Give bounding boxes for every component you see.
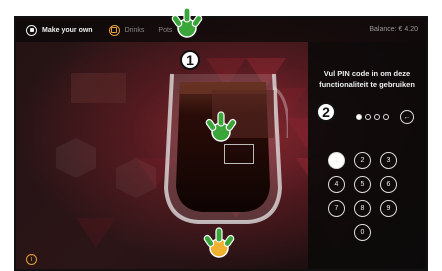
pin-dots bbox=[356, 114, 389, 120]
tap-hand-icon bbox=[203, 227, 235, 258]
info-icon[interactable]: i bbox=[26, 254, 37, 265]
step-1-badge: 1 bbox=[180, 50, 200, 70]
drinks-label: Drinks bbox=[124, 26, 145, 34]
tap-hand-icon bbox=[171, 7, 203, 38]
pin-dot bbox=[383, 114, 389, 120]
drinks-icon bbox=[108, 24, 120, 36]
keypad-key-2[interactable]: 2 bbox=[354, 152, 371, 169]
balance-display: Balance: € 4.20 bbox=[369, 26, 418, 33]
keypad-key-3[interactable]: 3 bbox=[380, 152, 397, 169]
pin-dot-filled bbox=[356, 114, 362, 120]
step-2-badge: 2 bbox=[316, 102, 336, 122]
make-your-own-label: Make your own bbox=[42, 26, 93, 34]
keypad-key-9[interactable]: 9 bbox=[380, 200, 397, 217]
keypad-key-5[interactable]: 5 bbox=[354, 176, 371, 193]
pin-dot bbox=[365, 114, 371, 120]
keypad-key-4[interactable]: 4 bbox=[328, 176, 345, 193]
drinks-tab[interactable]: Drinks bbox=[108, 24, 145, 36]
keypad-key-8[interactable]: 8 bbox=[354, 200, 371, 217]
tap-hand-icon bbox=[205, 111, 237, 142]
cup-icon bbox=[26, 24, 37, 36]
glass-illustration bbox=[158, 68, 290, 228]
keypad-key-0[interactable]: 0 bbox=[354, 224, 371, 241]
pin-panel: Vul PIN code in om deze functionaliteit … bbox=[308, 42, 426, 269]
make-your-own-tab[interactable]: Make your own bbox=[26, 24, 93, 36]
pin-dot bbox=[374, 114, 380, 120]
keypad-key-6[interactable]: 6 bbox=[380, 176, 397, 193]
pin-message: Vul PIN code in om deze functionaliteit … bbox=[319, 69, 415, 89]
selection-box bbox=[224, 144, 254, 164]
keypad-key-1[interactable]: 1 bbox=[328, 152, 345, 169]
backspace-button[interactable]: ← bbox=[400, 110, 414, 124]
keypad-key-7[interactable]: 7 bbox=[328, 200, 345, 217]
top-bar: Make your own Drinks Pots Balance: € 4.2… bbox=[16, 18, 426, 42]
